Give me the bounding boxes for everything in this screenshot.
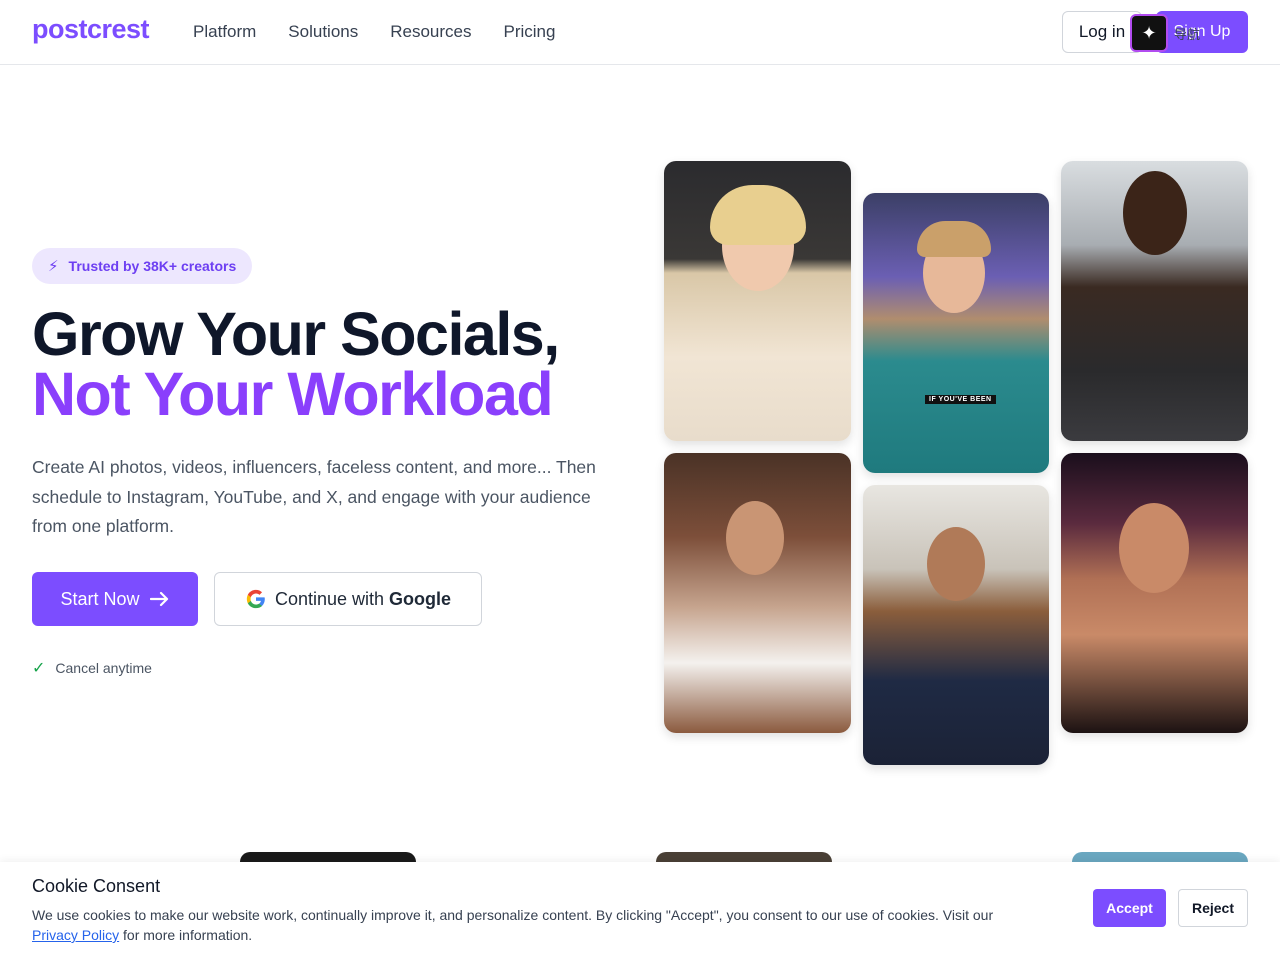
google-brand: Google [389, 588, 452, 609]
hair-shape [710, 185, 806, 245]
google-signin-label: Continue with Google [275, 589, 451, 610]
headline-line-1: Grow Your Socials, [32, 300, 560, 368]
browser-extension-badge[interactable]: ✦ 导航 [1130, 13, 1260, 53]
google-icon [246, 589, 265, 609]
start-now-button[interactable]: Start Now [32, 572, 198, 626]
gallery-photo-man-office [863, 485, 1049, 765]
face-shape [726, 501, 784, 575]
cookie-consent-banner: Cookie Consent We use cookies to make ou… [0, 862, 1280, 960]
check-icon: ✓ [32, 660, 46, 677]
cancel-anytime-note: ✓ Cancel anytime [32, 658, 152, 678]
cookie-text-after: for more information. [119, 927, 253, 943]
logo[interactable]: postcrest [32, 14, 150, 45]
video-caption: IF YOU'VE BEEN [925, 395, 996, 404]
face-shape [1123, 171, 1187, 255]
nav-link-platform[interactable]: Platform [193, 22, 256, 42]
lightning-icon: ⚡ [48, 258, 59, 275]
cookie-text-before: We use cookies to make our website work,… [32, 907, 994, 923]
hero-description: Create AI photos, videos, influencers, f… [32, 457, 596, 536]
extension-icon: ✦ [1130, 14, 1168, 52]
nav-link-resources[interactable]: Resources [390, 22, 471, 42]
cookie-title: Cookie Consent [32, 876, 161, 896]
extension-label: 导航 [1174, 26, 1201, 42]
trust-badge-text: Trusted by 38K+ creators [68, 258, 237, 274]
gallery-photo-woman-neon [1061, 453, 1248, 733]
reject-cookies-button[interactable]: Reject [1178, 889, 1248, 927]
hair-shape [917, 221, 991, 257]
top-nav: postcrest Platform Solutions Resources P… [0, 0, 1280, 65]
face-shape [1119, 503, 1189, 593]
arrow-right-icon [149, 591, 168, 607]
nav-link-pricing[interactable]: Pricing [504, 22, 556, 42]
face-shape [927, 527, 985, 601]
start-now-label: Start Now [60, 588, 140, 609]
cookie-text: We use cookies to make our website work,… [32, 905, 1042, 945]
nav-links: Platform Solutions Resources Pricing [193, 22, 555, 42]
gallery-photo-woman-cafe [664, 453, 851, 733]
headline-line-2: Not Your Workload [32, 360, 554, 428]
accept-cookies-button[interactable]: Accept [1093, 889, 1166, 927]
gallery-photo-man-gym [1061, 161, 1248, 441]
hero-headline: Grow Your Socials, Not Your Workload [32, 300, 560, 428]
trust-badge: ⚡ Trusted by 38K+ creators [32, 248, 253, 284]
nav-link-solutions[interactable]: Solutions [288, 22, 358, 42]
cancel-anytime-text: Cancel anytime [55, 660, 152, 676]
google-prefix: Continue with [274, 588, 390, 609]
gallery-video-man-podcast[interactable]: IF YOU'VE BEEN [863, 193, 1049, 473]
google-signin-button[interactable]: Continue with Google [214, 572, 482, 626]
gallery-photo-woman-car [664, 161, 851, 441]
privacy-policy-link[interactable]: Privacy Policy [32, 927, 119, 943]
